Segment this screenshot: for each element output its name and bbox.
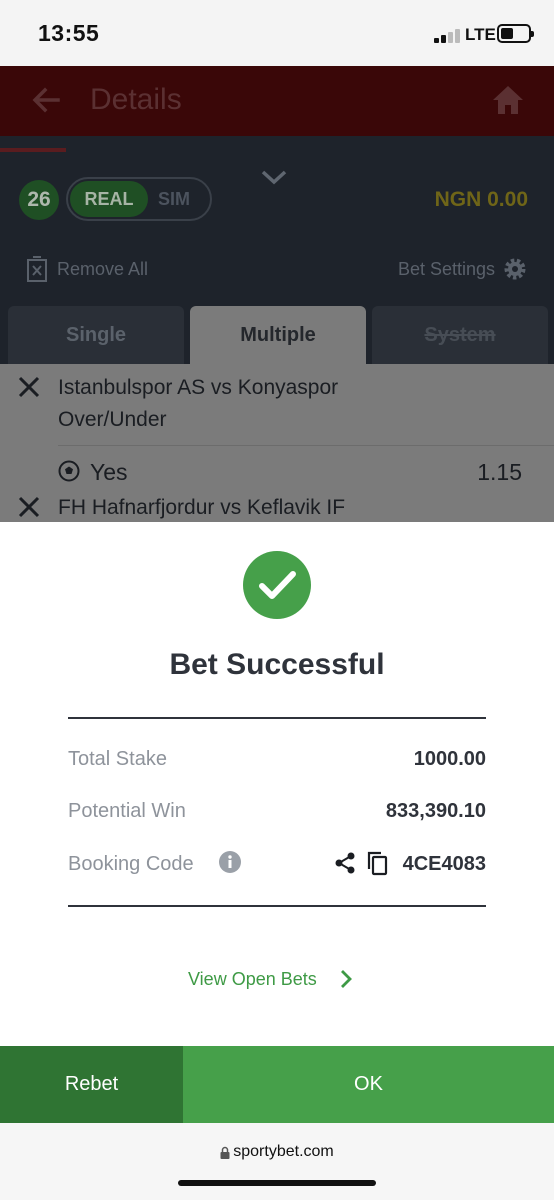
bet-success-dialog: Bet Successful Total Stake 1000.00 Poten… xyxy=(0,522,554,1046)
booking-code-label: Booking Code xyxy=(68,853,194,875)
booking-code-value[interactable]: 4CE4083 xyxy=(403,853,486,876)
remove-all-button[interactable]: Remove All xyxy=(26,254,148,284)
selection-market: Over/Under xyxy=(58,408,167,431)
rebet-button[interactable]: Rebet xyxy=(0,1046,183,1123)
divider xyxy=(68,905,486,907)
selections-list: Istanbulspor AS vs Konyaspor Over/Under … xyxy=(0,364,554,522)
selection-match: FH Hafnarfjordur vs Keflavik IF xyxy=(58,496,346,519)
dialog-title: Bet Successful xyxy=(169,648,385,681)
bet-settings-label: Bet Settings xyxy=(397,258,495,279)
battery-icon xyxy=(497,24,534,43)
copy-icon[interactable] xyxy=(366,850,388,876)
potential-win-value: 833,390.10 xyxy=(385,800,486,822)
tab-single[interactable]: Single xyxy=(8,306,184,364)
football-icon xyxy=(58,460,80,482)
selection-match: Istanbulspor AS vs Konyaspor xyxy=(58,376,339,399)
selection-count-badge: 26 xyxy=(19,180,59,220)
signal-icon xyxy=(434,27,462,43)
chevron-right-icon xyxy=(340,970,352,988)
home-indicator[interactable] xyxy=(178,1180,376,1186)
gear-icon xyxy=(504,258,526,280)
toggle-sim-option[interactable]: SIM xyxy=(158,181,198,217)
app-header: Details xyxy=(0,66,554,136)
bet-type-tabs: Single Multiple System xyxy=(8,306,548,364)
real-sim-toggle[interactable]: REAL SIM xyxy=(66,177,212,221)
back-arrow-icon[interactable] xyxy=(28,82,64,118)
home-icon[interactable] xyxy=(490,82,526,118)
remove-selection-icon[interactable] xyxy=(16,494,42,520)
view-open-bets-link[interactable]: View Open Bets xyxy=(188,968,353,990)
trash-icon xyxy=(27,256,47,282)
selection-pick: Yes xyxy=(90,459,128,485)
url-display[interactable]: sportybet.com xyxy=(0,1143,554,1161)
betslip-panel: 26 REAL SIM NGN 0.00 Remove All Bet Sett… xyxy=(0,136,554,522)
ok-button[interactable]: OK xyxy=(183,1046,554,1123)
divider xyxy=(68,717,486,719)
toggle-real-option[interactable]: REAL xyxy=(70,181,148,217)
balance: NGN 0.00 xyxy=(434,188,528,211)
status-bar: 13:55 LTE xyxy=(0,0,554,66)
total-stake-label: Total Stake xyxy=(68,748,167,770)
info-icon[interactable] xyxy=(219,851,241,873)
tab-system[interactable]: System xyxy=(372,306,548,364)
view-open-bets-label: View Open Bets xyxy=(188,968,317,989)
potential-win-label: Potential Win xyxy=(68,800,186,822)
divider xyxy=(58,445,554,446)
success-check-icon xyxy=(243,551,311,619)
remove-selection-icon[interactable] xyxy=(16,374,42,400)
tab-multiple[interactable]: Multiple xyxy=(190,306,366,364)
bet-settings-button[interactable]: Bet Settings xyxy=(398,254,528,284)
lock-icon xyxy=(220,1146,230,1159)
url-text: sportybet.com xyxy=(233,1143,334,1160)
accent-strip xyxy=(0,148,66,152)
remove-all-label: Remove All xyxy=(57,258,149,279)
share-icon[interactable] xyxy=(334,851,356,875)
page-title: Details xyxy=(90,83,182,116)
chevron-down-icon[interactable] xyxy=(259,166,289,188)
total-stake-value: 1000.00 xyxy=(413,748,486,770)
network-type: LTE xyxy=(465,25,496,44)
browser-url-bar: sportybet.com xyxy=(0,1123,554,1200)
selection-odds: 1.15 xyxy=(477,459,522,485)
status-time: 13:55 xyxy=(38,20,100,46)
